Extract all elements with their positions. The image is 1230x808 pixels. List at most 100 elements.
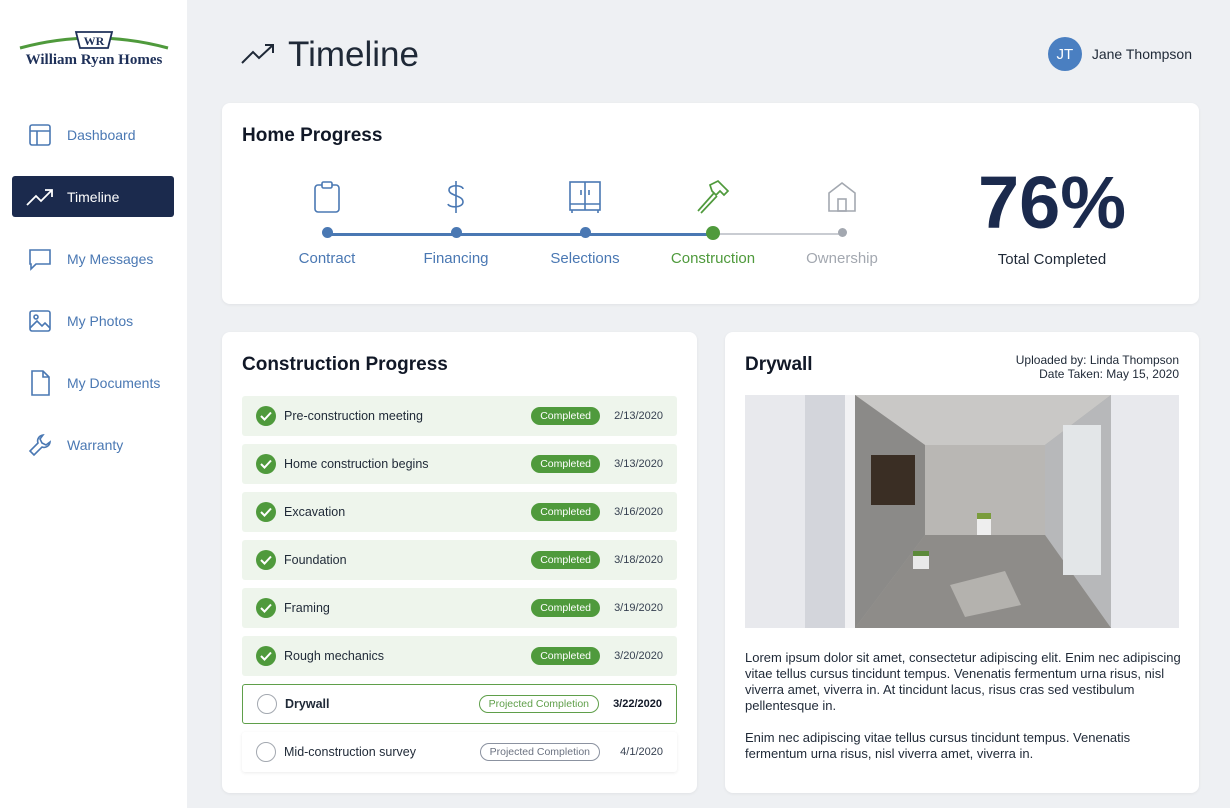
message-icon bbox=[26, 245, 54, 273]
task-date: 2/13/2020 bbox=[614, 410, 663, 422]
sidebar-item-label: My Messages bbox=[67, 250, 154, 267]
completion-label: Total Completed bbox=[997, 251, 1107, 268]
page-title: Timeline bbox=[288, 35, 419, 74]
step-label: Construction bbox=[670, 250, 756, 267]
task-date: 3/13/2020 bbox=[614, 458, 663, 470]
avatar[interactable]: JT bbox=[1047, 37, 1082, 71]
description-paragraph: Lorem ipsum dolor sit amet, consectetur … bbox=[745, 650, 1181, 713]
document-icon bbox=[26, 369, 54, 397]
page-header: Timeline bbox=[240, 32, 419, 78]
clipboard-icon bbox=[267, 177, 387, 217]
sidebar-item-dashboard[interactable]: Dashboard bbox=[12, 114, 174, 155]
sidebar-item-label: Dashboard bbox=[67, 126, 136, 143]
task-row-selected[interactable]: Drywall Projected Completion 3/22/2020 bbox=[242, 684, 677, 724]
step-selections[interactable]: Selections bbox=[525, 177, 645, 267]
user-menu[interactable]: JT Jane Thompson bbox=[1047, 37, 1192, 71]
step-dot bbox=[321, 227, 333, 238]
checkmark-icon bbox=[256, 454, 276, 474]
sidebar-item-label: My Documents bbox=[67, 374, 161, 391]
task-name: Excavation bbox=[284, 505, 346, 519]
status-badge: Completed bbox=[531, 407, 600, 425]
task-name: Mid-construction survey bbox=[284, 745, 416, 759]
home-progress-title: Home Progress bbox=[242, 125, 383, 146]
user-name: Jane Thompson bbox=[1091, 46, 1192, 62]
photo-detail-card: Drywall Uploaded by: Linda Thompson Date… bbox=[725, 332, 1199, 793]
sidebar-item-timeline[interactable]: Timeline bbox=[12, 176, 174, 217]
construction-progress-card: Construction Progress Pre-construction m… bbox=[222, 332, 697, 793]
trending-up-icon bbox=[240, 41, 276, 70]
progress-stepper: Contract Financing Selections Constructi… bbox=[282, 177, 878, 277]
task-row[interactable]: Foundation Completed 3/18/2020 bbox=[242, 540, 677, 580]
step-dot bbox=[450, 227, 462, 238]
task-date: 3/18/2020 bbox=[614, 554, 663, 566]
hammer-icon bbox=[653, 177, 773, 217]
sidebar-item-warranty[interactable]: Warranty bbox=[12, 424, 174, 465]
company-logo[interactable]: WR William Ryan Homes bbox=[18, 26, 170, 76]
checkmark-icon bbox=[256, 406, 276, 426]
step-dot bbox=[579, 227, 591, 238]
description-paragraph: Enim nec adipiscing vitae tellus cursus … bbox=[745, 730, 1131, 761]
status-badge: Completed bbox=[531, 503, 600, 521]
photo-meta: Uploaded by: Linda Thompson Date Taken: … bbox=[1016, 353, 1179, 381]
step-label: Contract bbox=[298, 250, 356, 267]
dashboard-icon bbox=[26, 121, 54, 149]
task-date: 3/22/2020 bbox=[613, 698, 662, 710]
photo-description: Lorem ipsum dolor sit amet, consectetur … bbox=[745, 650, 1185, 762]
task-row[interactable]: Excavation Completed 3/16/2020 bbox=[242, 492, 677, 532]
sidebar-item-photos[interactable]: My Photos bbox=[12, 300, 174, 341]
logo-text: William Ryan Homes bbox=[25, 52, 163, 68]
status-badge: Completed bbox=[531, 647, 600, 665]
task-row[interactable]: Pre-construction meeting Completed 2/13/… bbox=[242, 396, 677, 436]
checkmark-icon bbox=[256, 550, 276, 570]
sidebar: WR William Ryan Homes Dashboard Timeline… bbox=[0, 0, 187, 808]
task-row[interactable]: Framing Completed 3/19/2020 bbox=[242, 588, 677, 628]
step-contract[interactable]: Contract bbox=[267, 177, 387, 267]
task-date: 3/16/2020 bbox=[614, 506, 663, 518]
sidebar-item-documents[interactable]: My Documents bbox=[12, 362, 174, 403]
completion-percent: 76% bbox=[977, 161, 1127, 244]
wrench-icon bbox=[26, 431, 54, 459]
task-date: 3/19/2020 bbox=[614, 602, 663, 614]
step-label: Financing bbox=[423, 250, 489, 267]
checkmark-icon bbox=[256, 598, 276, 618]
status-badge: Completed bbox=[531, 455, 600, 473]
checkmark-icon bbox=[256, 646, 276, 666]
task-row[interactable]: Home construction begins Completed 3/13/… bbox=[242, 444, 677, 484]
step-dot bbox=[837, 228, 847, 237]
task-row[interactable]: Rough mechanics Completed 3/20/2020 bbox=[242, 636, 677, 676]
status-badge: Completed bbox=[531, 599, 600, 617]
step-label: Ownership bbox=[806, 250, 878, 267]
status-badge: Projected Completion bbox=[479, 743, 600, 761]
house-icon bbox=[782, 177, 902, 217]
sidebar-item-label: Warranty bbox=[67, 436, 124, 453]
construction-photo[interactable] bbox=[745, 395, 1179, 628]
task-list: Pre-construction meeting Completed 2/13/… bbox=[242, 396, 677, 780]
task-name: Pre-construction meeting bbox=[284, 409, 423, 423]
step-financing[interactable]: Financing bbox=[396, 177, 516, 267]
construction-progress-title: Construction Progress bbox=[242, 354, 448, 375]
step-construction[interactable]: Construction bbox=[653, 177, 773, 267]
step-label: Selections bbox=[550, 250, 620, 267]
drywall-room-image bbox=[745, 395, 1179, 628]
sidebar-item-label: Timeline bbox=[67, 188, 120, 205]
task-row[interactable]: Mid-construction survey Projected Comple… bbox=[242, 732, 677, 772]
step-ownership[interactable]: Ownership bbox=[782, 177, 902, 267]
sidebar-nav: Dashboard Timeline My Messages My Photos… bbox=[12, 114, 174, 486]
checkmark-icon bbox=[256, 502, 276, 522]
sidebar-item-label: My Photos bbox=[67, 312, 134, 329]
photo-title: Drywall bbox=[745, 354, 813, 375]
task-name: Drywall bbox=[285, 697, 330, 711]
task-date: 4/1/2020 bbox=[620, 746, 663, 758]
trending-up-icon bbox=[26, 183, 54, 211]
date-taken: Date Taken: May 15, 2020 bbox=[1039, 367, 1179, 381]
image-icon bbox=[26, 307, 54, 335]
sidebar-item-messages[interactable]: My Messages bbox=[12, 238, 174, 279]
task-name: Framing bbox=[284, 601, 330, 615]
circle-icon bbox=[256, 742, 276, 762]
circle-icon bbox=[257, 694, 277, 714]
task-date: 3/20/2020 bbox=[614, 650, 663, 662]
task-name: Rough mechanics bbox=[284, 649, 385, 663]
home-progress-card: Home Progress Contract Financing Selecti… bbox=[222, 103, 1199, 304]
step-dot bbox=[706, 226, 720, 240]
status-badge: Projected Completion bbox=[478, 695, 599, 713]
